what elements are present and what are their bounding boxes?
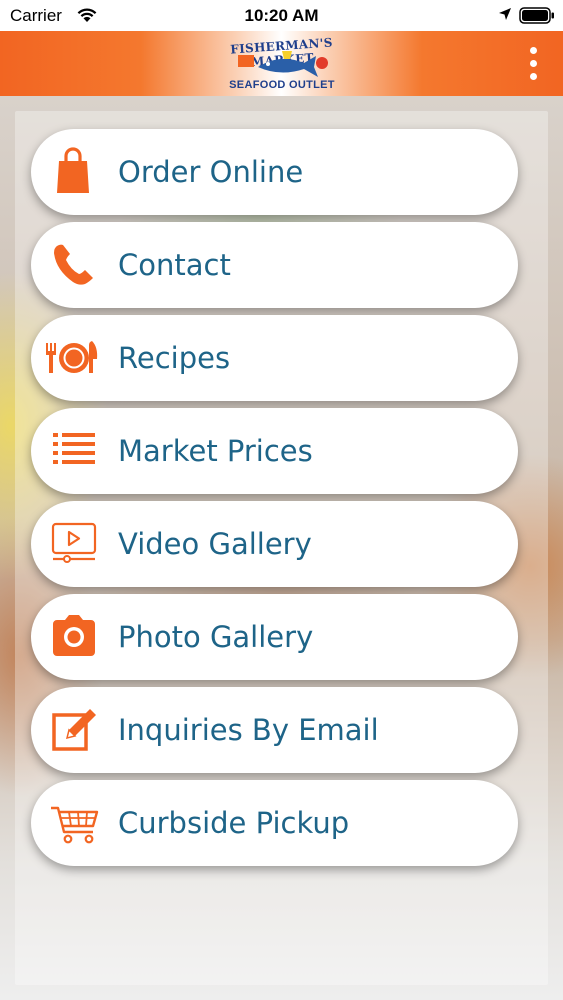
clock: 10:20 AM [244, 6, 319, 25]
menu-item-label: Video Gallery [118, 527, 312, 561]
phone-icon [43, 240, 103, 290]
app-header: FISHERMAN'S MARKET SEAFOOD OUTLET [0, 31, 563, 96]
plate-utensils-icon [43, 333, 103, 383]
logo-fish-icon [238, 51, 328, 77]
more-vertical-icon[interactable] [522, 44, 546, 84]
menu-item-label: Market Prices [118, 434, 313, 468]
menu-item-order-online[interactable]: Order Online [31, 129, 518, 215]
menu-item-label: Curbside Pickup [118, 806, 350, 840]
logo-bottom-text: SEAFOOD OUTLET [229, 79, 335, 91]
menu-item-label: Contact [118, 248, 231, 282]
camera-icon [43, 612, 103, 662]
menu-item-video-gallery[interactable]: Video Gallery [31, 501, 518, 587]
shopping-bag-icon [43, 147, 103, 197]
menu-item-photo-gallery[interactable]: Photo Gallery [31, 594, 518, 680]
status-bar: Carrier 10:20 AM [0, 0, 563, 31]
edit-icon [43, 705, 103, 755]
menu-item-label: Photo Gallery [118, 620, 314, 654]
menu-item-curbside-pickup[interactable]: Curbside Pickup [31, 780, 518, 866]
menu-item-label: Order Online [118, 155, 304, 189]
video-icon [43, 519, 103, 569]
menu-item-label: Inquiries By Email [118, 713, 379, 747]
battery-icon [519, 7, 555, 29]
location-arrow-icon [498, 7, 512, 26]
menu-item-recipes[interactable]: Recipes [31, 315, 518, 401]
menu-item-market-prices[interactable]: Market Prices [31, 408, 518, 494]
list-icon [43, 426, 103, 476]
menu-item-inquiries-by-email[interactable]: Inquiries By Email [31, 687, 518, 773]
menu-item-label: Recipes [118, 341, 231, 375]
logo: FISHERMAN'S MARKET SEAFOOD OUTLET [218, 33, 346, 95]
menu-item-contact[interactable]: Contact [31, 222, 518, 308]
cart-icon [43, 798, 103, 848]
